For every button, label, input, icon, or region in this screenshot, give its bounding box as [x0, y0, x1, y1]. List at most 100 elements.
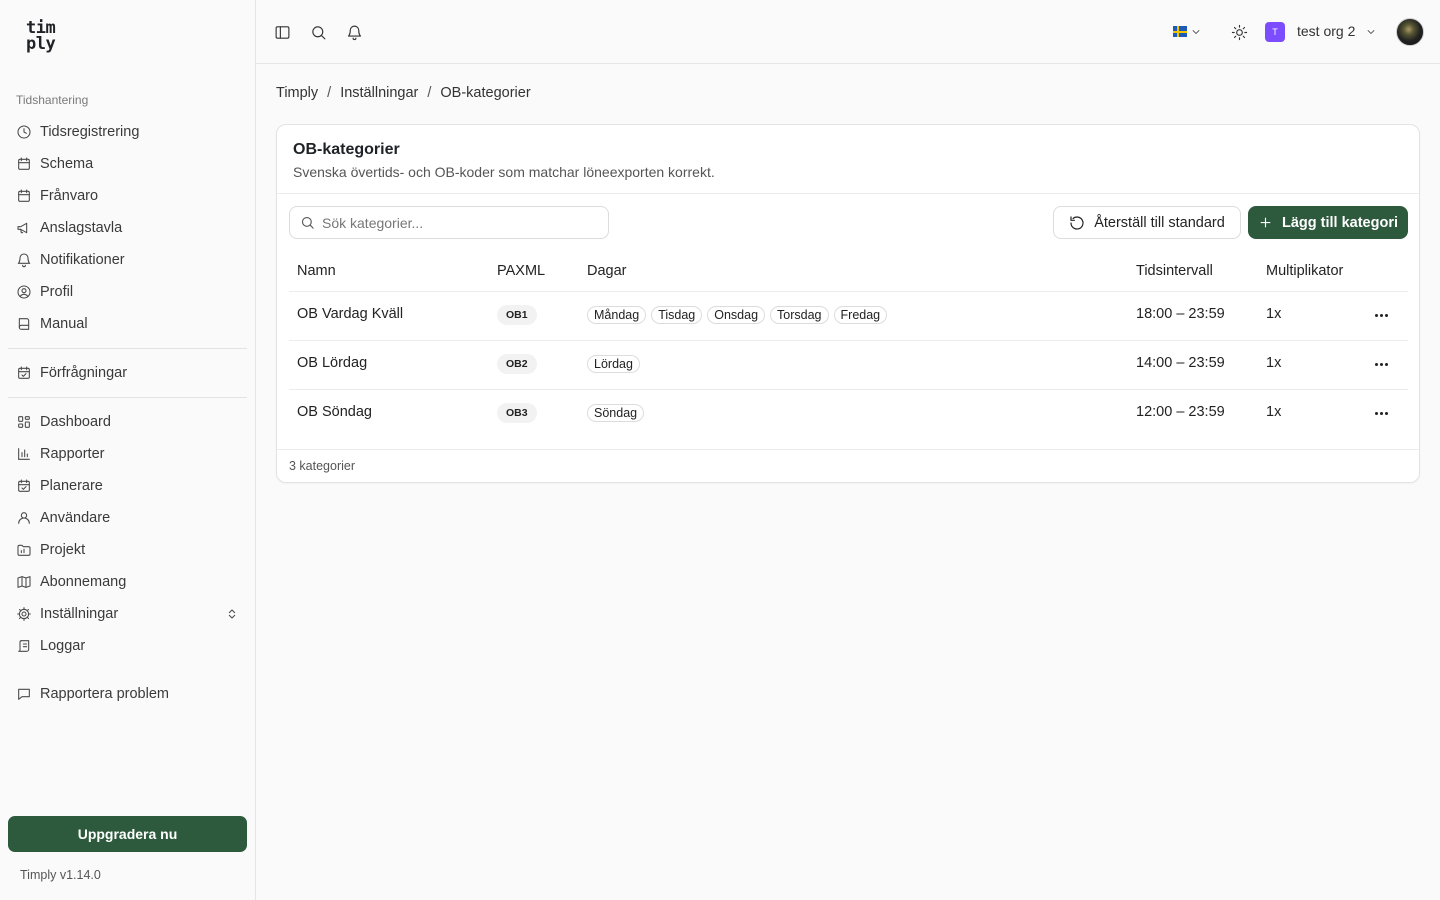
scroll-icon-wrap — [16, 638, 32, 654]
sidebar-item-label: Inställningar — [40, 606, 119, 622]
user-icon-wrap — [16, 510, 32, 526]
sidebar-item-forfragningar[interactable]: Förfrågningar — [16, 362, 240, 384]
sidebar-item-installningar[interactable]: Inställningar — [16, 603, 240, 625]
sidebar-item-notifikationer[interactable]: Notifikationer — [16, 249, 240, 271]
topbar: T test org 2 — [256, 0, 1440, 64]
row-name: OB Söndag — [297, 404, 372, 420]
user-icon — [18, 512, 30, 524]
language-chevron-down-icon[interactable] — [1189, 22, 1203, 42]
sidebar-item-abonnemang[interactable]: Abonnemang — [16, 571, 240, 593]
row-actions-more-icon[interactable] — [1369, 354, 1393, 374]
sidebar-item-label: Rapporter — [40, 446, 105, 462]
day-tag: Fredag — [833, 306, 888, 324]
row-actions-more-icon[interactable] — [1369, 403, 1393, 423]
search-icon[interactable] — [308, 22, 328, 42]
sidebar-item-label: Loggar — [40, 638, 86, 654]
chevron-up-down-icon[interactable] — [224, 606, 240, 626]
column-header-days[interactable]: Dagar — [587, 263, 627, 279]
user-circle-icon-wrap — [16, 284, 32, 300]
sidebar-item-label: Dashboard — [40, 414, 111, 430]
map-icon-wrap — [16, 574, 32, 590]
org-badge[interactable]: T — [1265, 22, 1285, 42]
search-icon — [301, 216, 314, 229]
app-version: Timply v1.14.0 — [20, 868, 101, 882]
row-name: OB Lördag — [297, 355, 368, 371]
row-name: OB Vardag Kväll — [297, 306, 404, 322]
org-chevron-down-icon[interactable] — [1364, 22, 1378, 42]
sidebar-item-loggar[interactable]: Loggar — [16, 635, 240, 657]
reset-icon — [1070, 215, 1084, 230]
gear-icon — [17, 607, 31, 621]
sidebar-toggle-icon[interactable] — [272, 22, 292, 42]
paxml-code-badge: OB3 — [497, 403, 537, 423]
sidebar-item-label: Anslagstavla — [40, 220, 123, 236]
plus-icon — [1260, 217, 1271, 228]
scroll-icon — [18, 640, 30, 652]
calendar-check-icon-wrap — [16, 365, 32, 381]
bell-icon[interactable] — [344, 22, 364, 42]
sidebar-item-label: Rapportera problem — [40, 686, 169, 702]
sidebar-item-label: Användare — [40, 510, 111, 526]
user-circle-icon — [17, 285, 31, 299]
breadcrumb: Timply / Inställningar / OB-kategorier — [276, 85, 531, 101]
search-box[interactable] — [289, 206, 609, 239]
bar-chart-icon-wrap — [16, 446, 32, 462]
divider — [277, 449, 1419, 450]
sidebar-item-dashboard[interactable]: Dashboard — [16, 411, 240, 433]
sidebar-item-label: Tidsregistrering — [40, 124, 140, 140]
message-icon-wrap — [16, 686, 32, 702]
calendar-icon — [18, 189, 30, 202]
sidebar-item-anvandare[interactable]: Användare — [16, 507, 240, 529]
calendar-icon-wrap — [16, 156, 32, 172]
section-label-tidshantering: Tidshantering — [16, 93, 89, 107]
dashboard-icon-wrap — [16, 414, 32, 430]
reset-to-default-button[interactable]: Återställ till standard — [1053, 206, 1241, 239]
breadcrumb-installningar[interactable]: Inställningar — [340, 85, 418, 101]
day-tag: Onsdag — [707, 306, 766, 324]
reset-label: Återställ till standard — [1094, 214, 1225, 231]
sidebar-item-schema[interactable]: Schema — [16, 153, 240, 175]
swedish-flag-icon[interactable] — [1173, 26, 1187, 37]
column-header-interval[interactable]: Tidsintervall — [1136, 263, 1213, 279]
search-categories-input[interactable] — [322, 214, 602, 231]
row-divider — [289, 340, 1408, 341]
sidebar-item-rapporter[interactable]: Rapporter — [16, 443, 240, 465]
row-actions-more-icon[interactable] — [1369, 305, 1393, 325]
time-interval: 14:00 – 23:59 — [1136, 355, 1225, 371]
sidebar-item-profil[interactable]: Profil — [16, 281, 240, 303]
sidebar-item-anslagstavla[interactable]: Anslagstavla — [16, 217, 240, 239]
theme-toggle-sun-icon[interactable] — [1229, 22, 1249, 42]
day-tag: Lördag — [587, 355, 640, 373]
column-header-paxml[interactable]: PAXML — [497, 263, 545, 279]
bell-icon-wrap — [16, 252, 32, 268]
sidebar-item-planerare[interactable]: Planerare — [16, 475, 240, 497]
day-tag: Söndag — [587, 404, 645, 422]
sidebar-divider — [8, 348, 247, 349]
breadcrumb-timply[interactable]: Timply — [276, 85, 318, 101]
multiplier: 1x — [1266, 306, 1282, 322]
calendar-icon — [18, 157, 30, 170]
sidebar-item-manual[interactable]: Manual — [16, 313, 240, 335]
clock-icon-wrap — [16, 124, 32, 140]
logo-line-2: ply — [26, 34, 56, 54]
user-avatar[interactable] — [1396, 18, 1424, 46]
column-header-name[interactable]: Namn — [297, 263, 336, 279]
sidebar-item-tidsregistrering[interactable]: Tidsregistrering — [16, 121, 240, 143]
sidebar-item-projekt[interactable]: Projekt — [16, 539, 240, 561]
breadcrumb-separator: / — [427, 85, 432, 101]
sidebar-item-rapportera-problem[interactable]: Rapportera problem — [16, 683, 240, 705]
megaphone-icon-wrap — [16, 220, 32, 236]
message-icon — [18, 688, 30, 700]
timply-logo[interactable]: tim ply — [26, 20, 66, 54]
upgrade-button[interactable]: Uppgradera nu — [8, 816, 247, 852]
org-switcher-name[interactable]: test org 2 — [1297, 23, 1355, 39]
sidebar-item-label: Schema — [40, 156, 94, 172]
breadcrumb-separator: / — [327, 85, 332, 101]
sidebar-item-franvaro[interactable]: Frånvaro — [16, 185, 240, 207]
time-interval: 18:00 – 23:59 — [1136, 306, 1225, 322]
sidebar-item-label: Notifikationer — [40, 252, 125, 268]
multiplier: 1x — [1266, 404, 1282, 420]
add-category-button[interactable]: Lägg till kategori — [1248, 206, 1408, 239]
days-list: Lördag — [587, 355, 645, 373]
column-header-multiplier[interactable]: Multiplikator — [1266, 263, 1343, 279]
